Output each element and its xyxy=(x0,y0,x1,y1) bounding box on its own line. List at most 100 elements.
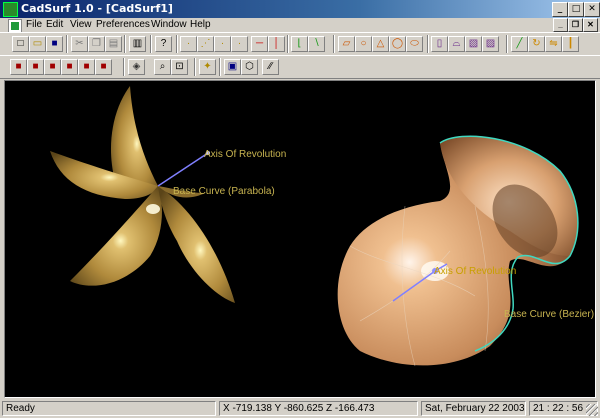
toolbar-separator xyxy=(287,35,289,53)
vertical-line-button[interactable]: │ xyxy=(268,36,285,52)
mirror-button[interactable]: ⇋ xyxy=(545,36,562,52)
toolbar-separator xyxy=(123,58,125,76)
shaded-mode-button[interactable]: ▣ xyxy=(224,59,241,75)
print-button[interactable]: ▥ xyxy=(129,36,146,52)
slot-icon: ⬭ xyxy=(410,38,419,49)
toolbar-separator xyxy=(219,58,221,76)
surface-revolve-icon: ⌓ xyxy=(452,38,461,49)
parallelogram-button[interactable]: ▱ xyxy=(338,36,355,52)
document-icon[interactable] xyxy=(8,19,22,33)
view-top-button[interactable]: ■ xyxy=(44,59,61,75)
polyline-icon: ⌊ xyxy=(297,38,302,49)
zoom-button[interactable]: ⌕ xyxy=(154,59,171,75)
triangle-button[interactable]: △ xyxy=(372,36,389,52)
slot-button[interactable]: ⬭ xyxy=(406,36,423,52)
view-axonometric-button[interactable]: ◈ xyxy=(128,59,145,75)
status-date: Sat, February 22 2003, xyxy=(421,401,526,416)
ellipse-button[interactable]: ◯ xyxy=(389,36,406,52)
menu-file[interactable]: File xyxy=(26,19,42,30)
menu-window[interactable]: Window xyxy=(151,19,187,30)
polyline-button[interactable]: ⌊ xyxy=(291,36,308,52)
close-button[interactable]: ✕ xyxy=(584,2,600,17)
parallelogram-icon: ▱ xyxy=(342,38,351,49)
save-button[interactable]: ■ xyxy=(46,36,63,52)
menu-preferences[interactable]: Preferences xyxy=(96,19,150,30)
toolbar-separator xyxy=(124,35,126,53)
toolbar-separator xyxy=(427,35,429,53)
maximize-button[interactable]: □ xyxy=(568,2,584,17)
view-axonometric-icon: ◈ xyxy=(132,61,141,72)
app-icon[interactable] xyxy=(3,2,18,17)
open-button[interactable]: ▭ xyxy=(29,36,46,52)
midpoint-button[interactable]: · xyxy=(231,36,248,52)
horizontal-line-button[interactable]: ─ xyxy=(251,36,268,52)
label-base-curve-parabola: Base Curve (Parabola) xyxy=(173,186,275,197)
surface-sweep-icon: ▨ xyxy=(485,38,496,49)
rotate-icon: ↻ xyxy=(532,38,541,49)
scene-canvas: Axis Of Revolution Base Curve (Parabola)… xyxy=(50,86,594,367)
point-on-curve-icon: ⋰ xyxy=(200,38,211,49)
point-button[interactable]: · xyxy=(180,36,197,52)
label-axis-of-revolution-bezier: Axis Of Revolution xyxy=(434,266,516,277)
new-button[interactable]: □ xyxy=(12,36,29,52)
status-bar: Ready X -719.138 Y -860.625 Z -166.473 S… xyxy=(0,400,600,418)
zoom-window-button[interactable]: ⊡ xyxy=(171,59,188,75)
circle-button[interactable]: ○ xyxy=(355,36,372,52)
view-bottom-button[interactable]: ■ xyxy=(61,59,78,75)
cut-button[interactable]: ✂ xyxy=(71,36,88,52)
wireframe-mode-icon: ⬡ xyxy=(245,61,254,72)
help-icon: ? xyxy=(160,38,167,49)
minimize-button[interactable]: _ xyxy=(552,2,568,17)
hidden-line-button[interactable]: ∕∕ xyxy=(262,59,279,75)
vertical-line-icon: │ xyxy=(273,38,280,49)
document-restore-button[interactable]: ❐ xyxy=(568,18,583,32)
toolbar-separator xyxy=(333,35,335,53)
view-back-button[interactable]: ■ xyxy=(27,59,44,75)
help-button[interactable]: ? xyxy=(155,36,172,52)
point-on-surface-button[interactable]: · xyxy=(214,36,231,52)
view-left-icon: ■ xyxy=(83,61,90,72)
wireframe-mode-button[interactable]: ⬡ xyxy=(241,59,258,75)
trim-icon: ╱ xyxy=(516,38,523,49)
view-front-icon: ■ xyxy=(15,61,22,72)
menu-edit[interactable]: Edit xyxy=(46,19,63,30)
trim-button[interactable]: ╱ xyxy=(511,36,528,52)
view-front-button[interactable]: ■ xyxy=(10,59,27,75)
paste-icon: ▤ xyxy=(108,38,119,49)
document-close-button[interactable]: ✕ xyxy=(583,18,598,32)
surface-revolve-button[interactable]: ⌓ xyxy=(448,36,465,52)
menu-help[interactable]: Help xyxy=(190,19,211,30)
zoom-icon: ⌕ xyxy=(159,61,166,72)
view-left-button[interactable]: ■ xyxy=(78,59,95,75)
label-base-curve-bezier: Base Curve (Bezier) xyxy=(504,309,594,320)
window-title: CadSurf 1.0 - [CadSurf1] xyxy=(21,2,173,15)
rotate-button[interactable]: ↻ xyxy=(528,36,545,52)
surface-ruled-icon: ▧ xyxy=(468,38,479,49)
main-toolbar: □ ▭ ■ ✂ ❐ ▤ ▥? · ⋰ · · ─ │ ⌊ ∖ ▱ ○ △ ◯ ⬭ ▯ ⌓ ▧ ▨ ╱ ↻ ⇋ ┃ xyxy=(0,32,600,56)
surface-extrude-button[interactable]: ▯ xyxy=(431,36,448,52)
menu-view[interactable]: View xyxy=(70,19,92,30)
toolbar-separator xyxy=(176,35,178,53)
mirror-icon: ⇋ xyxy=(549,38,558,49)
surface-sweep-button[interactable]: ▨ xyxy=(482,36,499,52)
title-bar: CadSurf 1.0 - [CadSurf1] _ □ ✕ xyxy=(0,0,600,18)
3d-viewport[interactable]: Axis Of Revolution Base Curve (Parabola)… xyxy=(4,80,596,398)
scale-button[interactable]: ┃ xyxy=(562,36,579,52)
document-minimize-button[interactable]: _ xyxy=(553,18,568,32)
toolbar-separator xyxy=(66,35,68,53)
paste-button[interactable]: ▤ xyxy=(105,36,122,52)
view-top-icon: ■ xyxy=(49,61,56,72)
horizontal-line-icon: ─ xyxy=(255,38,264,49)
pan-button[interactable]: ✦ xyxy=(199,59,216,75)
spline-button[interactable]: ∖ xyxy=(308,36,325,52)
label-axis-of-revolution-parabola: Axis Of Revolution xyxy=(204,149,286,160)
point-on-curve-button[interactable]: ⋰ xyxy=(197,36,214,52)
spline-icon: ∖ xyxy=(313,38,320,49)
view-right-button[interactable]: ■ xyxy=(95,59,112,75)
view-bottom-icon: ■ xyxy=(66,61,73,72)
point-on-surface-icon: · xyxy=(220,38,225,49)
copy-button[interactable]: ❐ xyxy=(88,36,105,52)
open-icon: ▭ xyxy=(32,38,43,49)
surface-ruled-button[interactable]: ▧ xyxy=(465,36,482,52)
resize-grip[interactable] xyxy=(586,404,598,416)
